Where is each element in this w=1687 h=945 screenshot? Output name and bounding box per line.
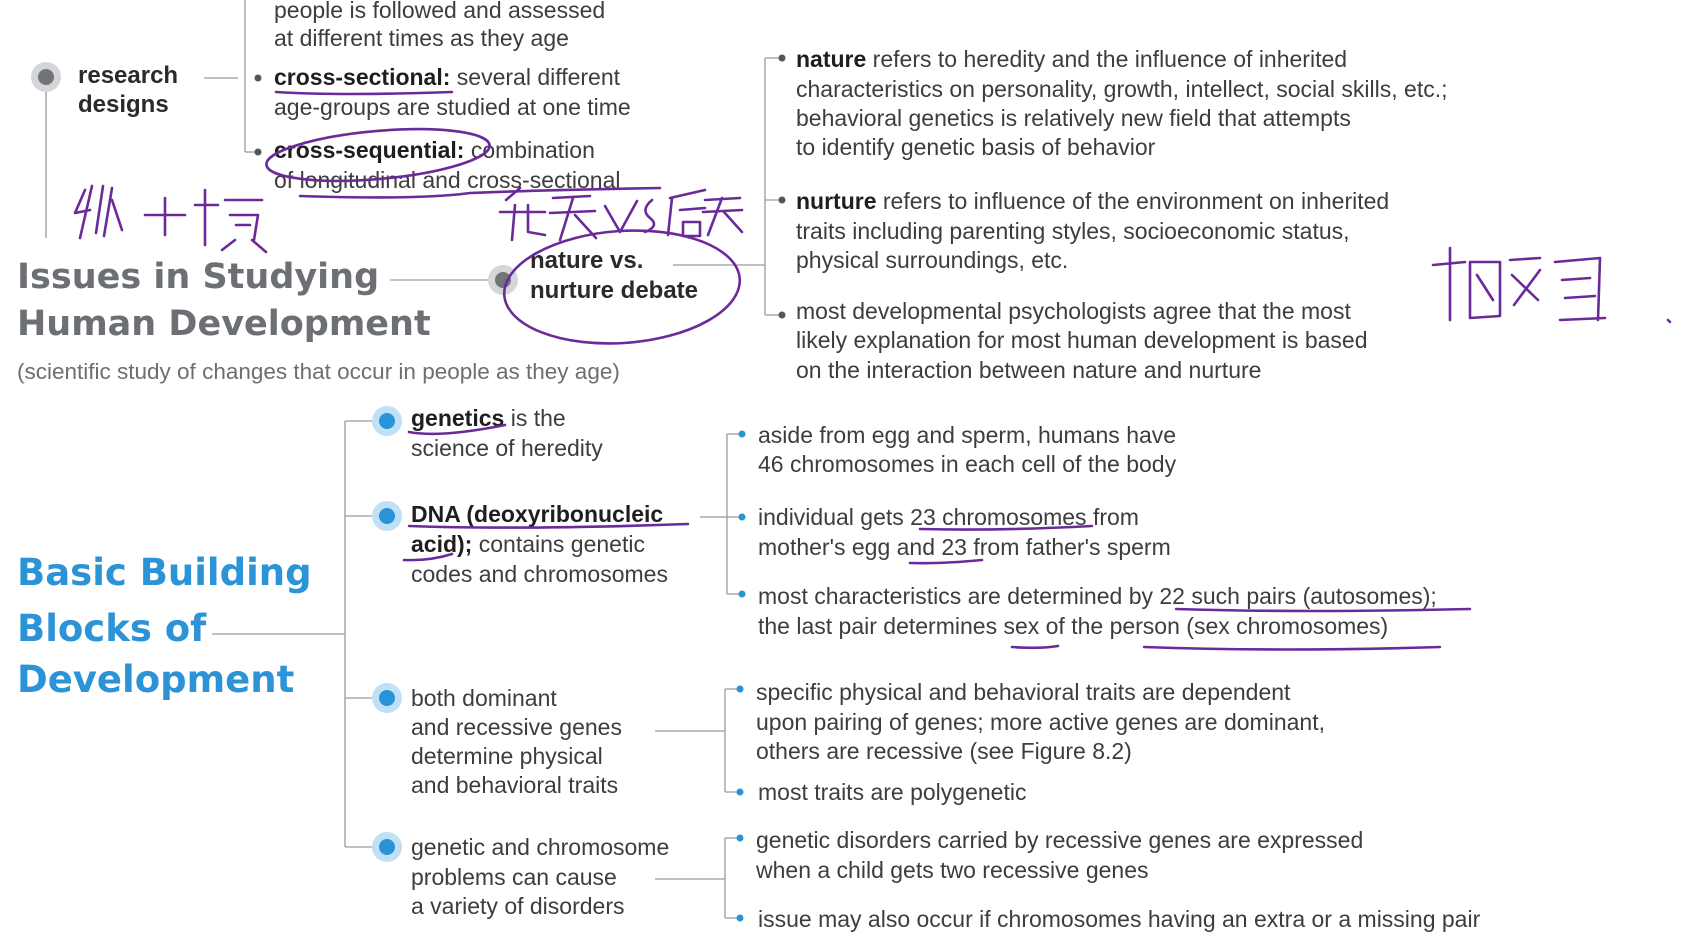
traits2: most traits are polygenetic — [758, 779, 1027, 805]
disorders-line3: a variety of disorders — [411, 893, 625, 919]
nature-line3: behavioral genetics is relatively new fi… — [796, 105, 1351, 131]
issues-title-line2: Human Development — [17, 304, 431, 344]
building-title-line3: Development — [17, 658, 295, 701]
dominant-line2: and recessive genes — [411, 714, 622, 740]
dna-rest: contains genetic — [472, 531, 645, 557]
nurture-line3: physical surroundings, etc. — [796, 247, 1069, 273]
debate-label-line1: nature vs. — [530, 247, 644, 274]
nature-nurture-node — [488, 265, 518, 295]
disorders-line1: genetic and chromosome — [411, 834, 670, 860]
dna-term-line2: acid); — [411, 531, 473, 557]
nurture-line2: traits including parenting styles, socio… — [796, 218, 1350, 244]
dis1-line2: when a child gets two recessive genes — [756, 857, 1149, 883]
genetics-term: genetics — [411, 405, 505, 431]
dominant-genes-node — [372, 683, 402, 713]
nature-line2: characteristics on personality, growth, … — [796, 76, 1448, 102]
dna-node — [372, 501, 402, 531]
building-title-line1: Basic Building — [17, 551, 312, 594]
issues-subtitle: (scientific study of changes that occur … — [17, 359, 620, 384]
nature-line1: nature refers to heredity and the influe… — [796, 45, 1347, 73]
cross-sequential-text: cross-sequential: combination — [274, 136, 595, 164]
cross-sequential-rest: combination — [464, 137, 595, 163]
research-designs-label-line1: research — [78, 62, 179, 89]
cross-sequential-line2: of longitudinal and cross-sectional — [274, 167, 621, 193]
nurture-line1: nurture refers to influence of the envir… — [796, 187, 1389, 215]
chrom3-line2: the last pair determines sex of the pers… — [758, 613, 1389, 639]
cross-sectional-line2: age-groups are studied at one time — [274, 94, 631, 120]
chrom1-line1: aside from egg and sperm, humans have — [758, 422, 1177, 448]
chrom1-line2: 46 chromosomes in each cell of the body — [758, 451, 1177, 477]
genetics-line2: science of heredity — [411, 435, 603, 461]
cross-sectional-text: cross-sectional: several different — [274, 63, 620, 91]
research-designs-label-line2: designs — [78, 91, 169, 118]
nature-term: nature — [796, 46, 867, 72]
dis1-line1: genetic disorders carried by recessive g… — [756, 827, 1364, 853]
nurture-term: nurture — [796, 188, 877, 214]
cross-sectional-term: cross-sectional: — [274, 64, 451, 90]
agree-line1: most developmental psychologists agree t… — [796, 298, 1351, 324]
chrom2-line1: individual gets 23 chromosomes from — [758, 504, 1139, 530]
research-designs-node — [31, 62, 61, 92]
dominant-line3: determine physical — [411, 743, 603, 769]
chrom3-line1: most characteristics are determined by 2… — [758, 583, 1437, 609]
agree-line3: on the interaction between nature and nu… — [796, 357, 1262, 383]
genetics-rest: is the — [504, 405, 566, 431]
building-title-line2: Blocks of — [17, 607, 207, 650]
debate-label-line2: nurture debate — [530, 277, 699, 304]
traits1-line1: specific physical and behavioral traits … — [756, 679, 1291, 705]
issues-title-line1: Issues in Studying — [17, 257, 380, 297]
agree-line2: likely explanation for most human develo… — [796, 327, 1368, 353]
cross-sequential-term: cross-sequential: — [274, 137, 465, 163]
genetics-line1: genetics is the — [411, 404, 566, 432]
dominant-line4: and behavioral traits — [411, 772, 619, 798]
dna-line3: codes and chromosomes — [411, 561, 668, 587]
longitudinal-tail-line1: people is followed and assessed — [274, 0, 606, 23]
nature-rest: refers to heredity and the influence of … — [866, 46, 1348, 72]
dominant-line1: both dominant — [411, 685, 557, 711]
dis2: issue may also occur if chromosomes havi… — [758, 906, 1481, 932]
traits1-line2: upon pairing of genes; more active genes… — [756, 709, 1325, 735]
chrom2-line2: mother's egg and 23 from father's sperm — [758, 534, 1171, 560]
traits1-line3: others are recessive (see Figure 8.2) — [756, 738, 1132, 764]
nurture-rest: refers to influence of the environment o… — [876, 188, 1390, 214]
cross-sectional-rest: several different — [450, 64, 621, 90]
disorders-node — [372, 832, 402, 862]
dna-line2: acid); contains genetic — [411, 530, 645, 558]
dna-term-line1: DNA (deoxyribonucleic — [411, 501, 664, 527]
longitudinal-tail-line2: at different times as they age — [274, 25, 569, 51]
disorders-line2: problems can cause — [411, 864, 617, 890]
genetics-node — [372, 406, 402, 436]
nature-line4: to identify genetic basis of behavior — [796, 134, 1156, 160]
